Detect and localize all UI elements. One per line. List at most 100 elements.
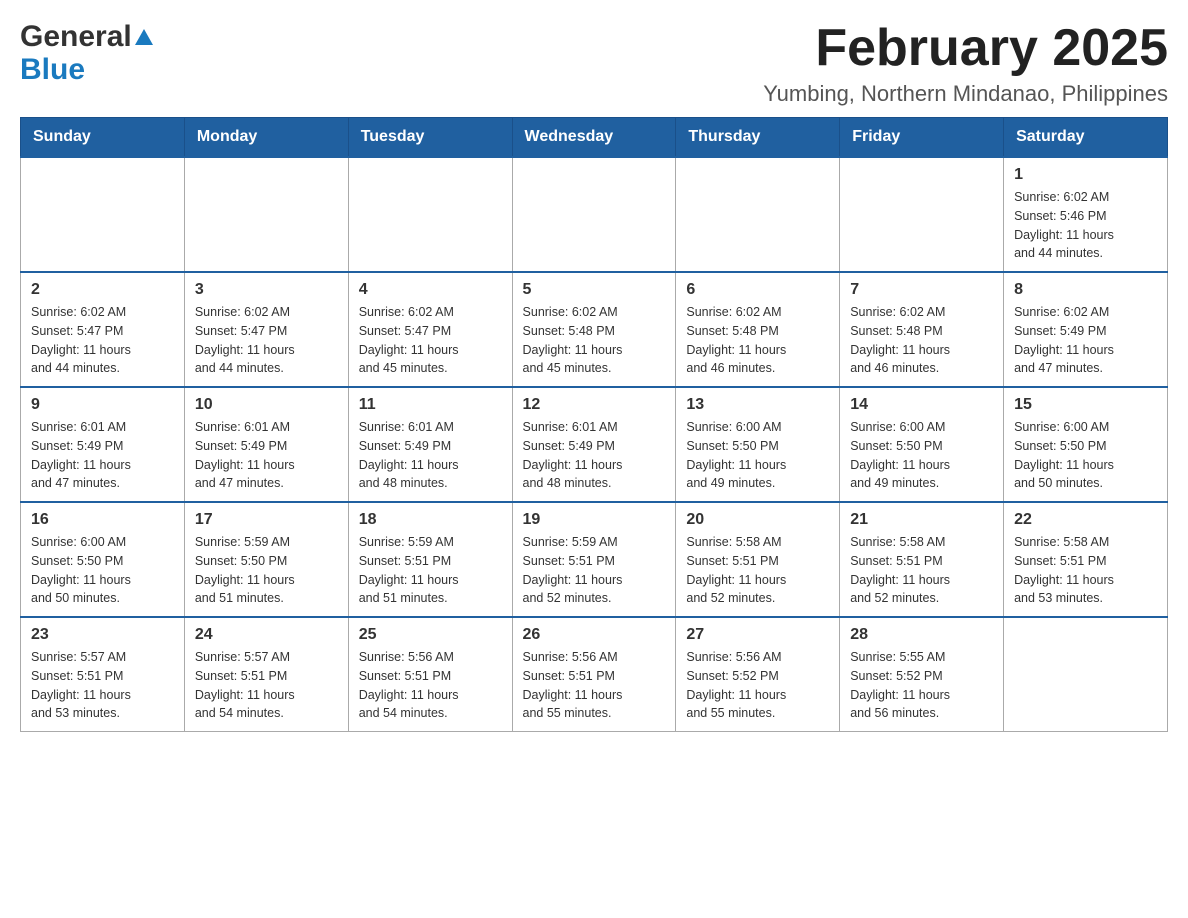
calendar-day-cell: 3 Sunrise: 6:02 AM Sunset: 5:47 PM Daylig… (184, 272, 348, 387)
calendar-day-cell: 2 Sunrise: 6:02 AM Sunset: 5:47 PM Daylig… (21, 272, 185, 387)
day-number: 22 (1014, 511, 1157, 529)
calendar-day-cell: 15Sunrise: 6:00 AM Sunset: 5:50 PM Dayli… (1004, 387, 1168, 502)
logo-blue: Blue (20, 53, 153, 86)
day-number: 25 (359, 626, 502, 644)
day-of-week-header: Saturday (1004, 118, 1168, 158)
day-number: 3 (195, 281, 338, 299)
day-info: Sunrise: 6:02 AM Sunset: 5:46 PM Dayligh… (1014, 188, 1157, 263)
day-info: Sunrise: 5:58 AM Sunset: 5:51 PM Dayligh… (1014, 533, 1157, 608)
calendar-day-cell: 17 Sunrise: 5:59 AM Sunset: 5:50 PM Dayli… (184, 502, 348, 617)
calendar-day-cell (512, 157, 676, 272)
day-info: Sunrise: 5:56 AM Sunset: 5:52 PM Dayligh… (686, 648, 829, 723)
calendar-day-cell: 20 Sunrise: 5:58 AM Sunset: 5:51 PM Dayli… (676, 502, 840, 617)
day-of-week-header: Thursday (676, 118, 840, 158)
day-number: 15 (1014, 396, 1157, 414)
calendar-week-row: 9 Sunrise: 6:01 AM Sunset: 5:49 PM Daylig… (21, 387, 1168, 502)
day-info: Sunrise: 5:59 AM Sunset: 5:51 PM Dayligh… (523, 533, 666, 608)
day-number: 6 (686, 281, 829, 299)
calendar-header-row: SundayMondayTuesdayWednesdayThursdayFrid… (21, 118, 1168, 158)
day-info: Sunrise: 5:56 AM Sunset: 5:51 PM Dayligh… (523, 648, 666, 723)
day-info: Sunrise: 6:01 AM Sunset: 5:49 PM Dayligh… (195, 418, 338, 493)
calendar-day-cell: 24 Sunrise: 5:57 AM Sunset: 5:51 PM Dayli… (184, 617, 348, 732)
calendar-day-cell (21, 157, 185, 272)
calendar-day-cell (348, 157, 512, 272)
calendar-day-cell: 6 Sunrise: 6:02 AM Sunset: 5:48 PM Daylig… (676, 272, 840, 387)
logo: General Blue (20, 20, 153, 86)
day-of-week-header: Sunday (21, 118, 185, 158)
calendar-day-cell: 1 Sunrise: 6:02 AM Sunset: 5:46 PM Daylig… (1004, 157, 1168, 272)
calendar-day-cell: 9 Sunrise: 6:01 AM Sunset: 5:49 PM Daylig… (21, 387, 185, 502)
calendar-week-row: 2 Sunrise: 6:02 AM Sunset: 5:47 PM Daylig… (21, 272, 1168, 387)
day-info: Sunrise: 5:58 AM Sunset: 5:51 PM Dayligh… (686, 533, 829, 608)
calendar-day-cell: 25 Sunrise: 5:56 AM Sunset: 5:51 PM Dayli… (348, 617, 512, 732)
day-of-week-header: Friday (840, 118, 1004, 158)
day-info: Sunrise: 5:57 AM Sunset: 5:51 PM Dayligh… (195, 648, 338, 723)
day-info: Sunrise: 6:00 AM Sunset: 5:50 PM Dayligh… (31, 533, 174, 608)
calendar-table: SundayMondayTuesdayWednesdayThursdayFrid… (20, 117, 1168, 732)
day-number: 16 (31, 511, 174, 529)
day-number: 21 (850, 511, 993, 529)
day-info: Sunrise: 6:02 AM Sunset: 5:48 PM Dayligh… (686, 303, 829, 378)
day-number: 24 (195, 626, 338, 644)
day-number: 9 (31, 396, 174, 414)
day-number: 12 (523, 396, 666, 414)
day-info: Sunrise: 6:02 AM Sunset: 5:48 PM Dayligh… (850, 303, 993, 378)
location-subtitle: Yumbing, Northern Mindanao, Philippines (763, 81, 1168, 107)
day-info: Sunrise: 5:55 AM Sunset: 5:52 PM Dayligh… (850, 648, 993, 723)
calendar-day-cell: 4 Sunrise: 6:02 AM Sunset: 5:47 PM Daylig… (348, 272, 512, 387)
day-number: 17 (195, 511, 338, 529)
calendar-day-cell: 28Sunrise: 5:55 AM Sunset: 5:52 PM Dayli… (840, 617, 1004, 732)
day-info: Sunrise: 6:02 AM Sunset: 5:47 PM Dayligh… (31, 303, 174, 378)
day-info: Sunrise: 5:59 AM Sunset: 5:50 PM Dayligh… (195, 533, 338, 608)
day-number: 7 (850, 281, 993, 299)
day-number: 4 (359, 281, 502, 299)
day-number: 14 (850, 396, 993, 414)
day-number: 18 (359, 511, 502, 529)
day-number: 8 (1014, 281, 1157, 299)
day-number: 5 (523, 281, 666, 299)
day-number: 20 (686, 511, 829, 529)
day-number: 27 (686, 626, 829, 644)
calendar-day-cell: 27 Sunrise: 5:56 AM Sunset: 5:52 PM Dayli… (676, 617, 840, 732)
calendar-day-cell: 14Sunrise: 6:00 AM Sunset: 5:50 PM Dayli… (840, 387, 1004, 502)
day-info: Sunrise: 5:57 AM Sunset: 5:51 PM Dayligh… (31, 648, 174, 723)
day-info: Sunrise: 6:02 AM Sunset: 5:49 PM Dayligh… (1014, 303, 1157, 378)
calendar-day-cell (1004, 617, 1168, 732)
calendar-day-cell (840, 157, 1004, 272)
calendar-week-row: 1 Sunrise: 6:02 AM Sunset: 5:46 PM Daylig… (21, 157, 1168, 272)
day-of-week-header: Monday (184, 118, 348, 158)
day-info: Sunrise: 6:02 AM Sunset: 5:47 PM Dayligh… (359, 303, 502, 378)
day-number: 2 (31, 281, 174, 299)
calendar-week-row: 23 Sunrise: 5:57 AM Sunset: 5:51 PM Dayli… (21, 617, 1168, 732)
logo-triangle-icon (135, 29, 153, 45)
calendar-day-cell: 21Sunrise: 5:58 AM Sunset: 5:51 PM Dayli… (840, 502, 1004, 617)
calendar-day-cell: 12 Sunrise: 6:01 AM Sunset: 5:49 PM Dayli… (512, 387, 676, 502)
title-section: February 2025 Yumbing, Northern Mindanao… (763, 20, 1168, 107)
calendar-day-cell: 7 Sunrise: 6:02 AM Sunset: 5:48 PM Daylig… (840, 272, 1004, 387)
day-info: Sunrise: 6:02 AM Sunset: 5:48 PM Dayligh… (523, 303, 666, 378)
day-info: Sunrise: 6:01 AM Sunset: 5:49 PM Dayligh… (359, 418, 502, 493)
calendar-day-cell: 10Sunrise: 6:01 AM Sunset: 5:49 PM Dayli… (184, 387, 348, 502)
day-info: Sunrise: 6:00 AM Sunset: 5:50 PM Dayligh… (686, 418, 829, 493)
day-number: 1 (1014, 166, 1157, 184)
day-info: Sunrise: 6:01 AM Sunset: 5:49 PM Dayligh… (31, 418, 174, 493)
logo-general: General (20, 20, 153, 53)
calendar-day-cell: 18Sunrise: 5:59 AM Sunset: 5:51 PM Dayli… (348, 502, 512, 617)
day-number: 11 (359, 396, 502, 414)
calendar-day-cell: 23 Sunrise: 5:57 AM Sunset: 5:51 PM Dayli… (21, 617, 185, 732)
day-number: 19 (523, 511, 666, 529)
day-of-week-header: Wednesday (512, 118, 676, 158)
day-number: 23 (31, 626, 174, 644)
calendar-day-cell: 16 Sunrise: 6:00 AM Sunset: 5:50 PM Dayli… (21, 502, 185, 617)
calendar-day-cell: 19 Sunrise: 5:59 AM Sunset: 5:51 PM Dayli… (512, 502, 676, 617)
day-info: Sunrise: 6:02 AM Sunset: 5:47 PM Dayligh… (195, 303, 338, 378)
calendar-day-cell (676, 157, 840, 272)
day-info: Sunrise: 5:56 AM Sunset: 5:51 PM Dayligh… (359, 648, 502, 723)
calendar-day-cell (184, 157, 348, 272)
page-header: General Blue February 2025 Yumbing, Nort… (20, 20, 1168, 107)
day-info: Sunrise: 6:01 AM Sunset: 5:49 PM Dayligh… (523, 418, 666, 493)
day-number: 13 (686, 396, 829, 414)
day-of-week-header: Tuesday (348, 118, 512, 158)
month-year-title: February 2025 (763, 20, 1168, 77)
calendar-day-cell: 13 Sunrise: 6:00 AM Sunset: 5:50 PM Dayli… (676, 387, 840, 502)
